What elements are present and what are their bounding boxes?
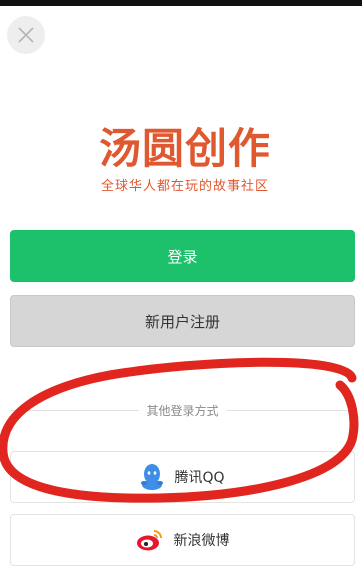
- login-button[interactable]: 登录: [10, 230, 355, 282]
- divider-line-right: [226, 409, 356, 411]
- brand-slogan: 全球华人都在玩的故事社区: [100, 179, 269, 194]
- status-bar: [0, 0, 362, 6]
- register-button[interactable]: 新用户注册: [10, 295, 355, 347]
- other-login-divider: 其他登录方式: [10, 398, 356, 422]
- weibo-login-label: 新浪微博: [173, 533, 230, 549]
- qq-login-button[interactable]: 腾讯QQ: [10, 451, 355, 503]
- other-login-title: 其他登录方式: [146, 403, 219, 418]
- brand-logo: 汤圆创作 全球华人都在玩的故事社区: [90, 124, 280, 196]
- brand-title: 汤圆创作: [98, 124, 271, 173]
- weibo-icon: [136, 528, 164, 552]
- qq-login-label: 腾讯QQ: [174, 470, 225, 486]
- qq-icon: [140, 463, 164, 491]
- weibo-login-button[interactable]: 新浪微博: [10, 514, 355, 566]
- close-icon: [18, 27, 34, 43]
- close-button[interactable]: [7, 16, 45, 54]
- divider-line-left: [10, 409, 139, 411]
